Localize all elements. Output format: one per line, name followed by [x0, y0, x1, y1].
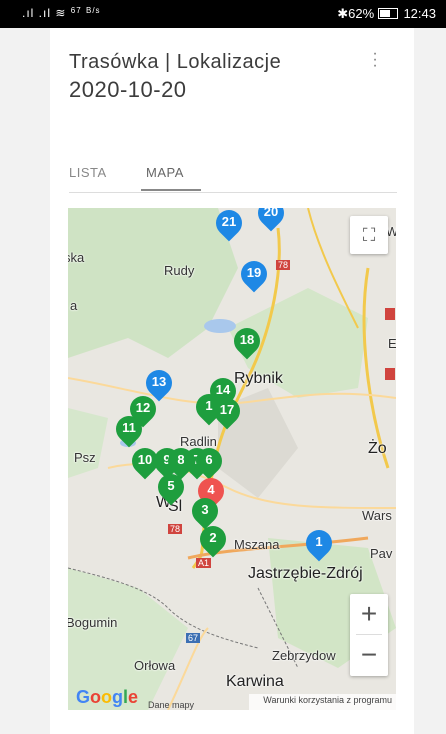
- more-menu-icon[interactable]: · · ·: [370, 46, 380, 74]
- road-shield-67: 67: [186, 633, 201, 643]
- marker-label: 6: [205, 452, 213, 467]
- road-shield-78: 78: [276, 260, 291, 270]
- tab-bar: LISTA MAPA: [69, 160, 397, 193]
- marker-label: 21: [221, 214, 237, 229]
- marker-label: 5: [167, 478, 175, 493]
- map-view[interactable]: ska a Rudy Rybnik Radlin Psz Żo Wars Msz…: [68, 208, 396, 710]
- clock: 12:43: [403, 6, 436, 21]
- marker-label: 1: [315, 534, 323, 549]
- map-label-jastrzebie: Jastrzębie-Zdrój: [248, 565, 363, 582]
- map-label-orlowa: Orłowa: [134, 658, 176, 673]
- wifi-icon: ≋: [55, 6, 71, 20]
- marker-label: 18: [239, 332, 255, 347]
- marker-label: 19: [246, 265, 262, 280]
- map-marker[interactable]: 18: [228, 322, 266, 362]
- signal-icon: .ıl .ıl: [22, 6, 52, 20]
- map-marker[interactable]: 11: [110, 410, 148, 450]
- map-marker[interactable]: 2: [194, 520, 232, 560]
- signal-indicators: .ıl .ıl ≋ 67 B/s: [22, 6, 101, 20]
- marker-label: 17: [219, 402, 235, 417]
- marker-label: 2: [209, 530, 217, 545]
- map-label-rudy: Rudy: [164, 263, 195, 278]
- map-label-psz: Psz: [74, 450, 96, 465]
- content-card: Trasówka | Lokalizacje 2020-10-20 · · · LI…: [50, 28, 414, 734]
- road-shield-78-south: 78: [168, 524, 183, 534]
- map-marker[interactable]: 20: [252, 208, 290, 234]
- map-marker[interactable]: 1: [300, 524, 338, 564]
- marker-label: 11: [122, 420, 136, 435]
- status-bar: .ıl .ıl ≋ 67 B/s ✱62% 12:43: [0, 0, 446, 28]
- zoom-out-button[interactable]: −: [350, 635, 388, 675]
- attribution-bar: Warunki korzystania z programu: [249, 694, 396, 710]
- tab-mapa[interactable]: MAPA: [146, 165, 184, 180]
- map-label-zo: Żo: [368, 440, 387, 457]
- status-right: ✱62% 12:43: [337, 6, 436, 22]
- map-label-wars: Wars: [362, 508, 392, 523]
- page-date: 2020-10-20: [69, 77, 187, 102]
- page-title: Trasówka | Lokalizacje: [69, 51, 282, 73]
- map-label-partial-left-2: a: [70, 298, 78, 313]
- attribution-map-data[interactable]: Dane mapy: [148, 700, 194, 710]
- map-label-partial-left: ska: [68, 250, 85, 265]
- map-label-bogumin: Bogumin: [68, 615, 118, 630]
- road-shield-right: [385, 308, 395, 320]
- map-marker[interactable]: 19: [235, 255, 273, 295]
- fullscreen-button[interactable]: ⛶: [350, 216, 388, 254]
- map-marker[interactable]: 5: [152, 468, 190, 508]
- map-marker[interactable]: 21: [210, 208, 248, 244]
- map-label-pav: Pav: [370, 546, 393, 561]
- map-background: [68, 208, 396, 710]
- zoom-in-button[interactable]: +: [350, 594, 388, 634]
- battery-percent: 62%: [348, 6, 375, 21]
- map-label-zebrzydow: Zebrzydow: [272, 648, 336, 663]
- map-marker[interactable]: 17: [208, 392, 246, 432]
- fullscreen-icon: ⛶: [362, 225, 376, 245]
- marker-label: 12: [135, 400, 151, 415]
- bluetooth-icon: ✱: [337, 6, 349, 21]
- marker-label: 13: [151, 374, 167, 389]
- map-label-partial-right-2: E: [388, 336, 396, 351]
- zoom-control: + −: [350, 594, 388, 676]
- map-label-mszana: Mszana: [234, 537, 280, 552]
- network-speed-value: 67: [70, 6, 82, 15]
- attribution-terms-link[interactable]: Warunki korzystania z programu: [263, 695, 392, 705]
- marker-label: 4: [207, 482, 215, 497]
- road-shield-right-2: [385, 368, 395, 380]
- map-label-karwina: Karwina: [226, 673, 284, 690]
- network-speed-unit: B/s: [86, 6, 101, 15]
- map-label-rybnik: Rybnik: [234, 370, 283, 387]
- marker-label: 3: [201, 502, 209, 517]
- active-tab-indicator: [141, 189, 201, 191]
- google-logo[interactable]: Google: [76, 687, 138, 708]
- marker-label: 20: [263, 208, 279, 219]
- tab-lista[interactable]: LISTA: [69, 165, 107, 180]
- battery-icon: [377, 8, 398, 19]
